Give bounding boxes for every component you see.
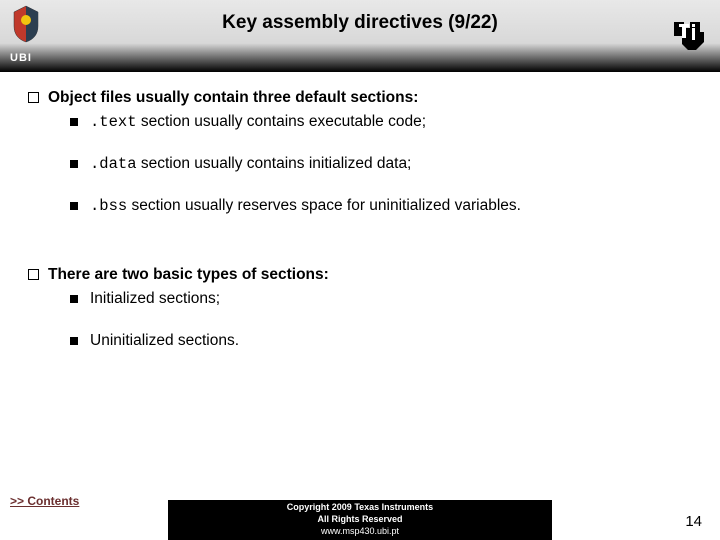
sub-bullet-text: Initialized sections;: [90, 289, 220, 309]
bullet-heading-1: Object files usually contain three defau…: [28, 88, 692, 108]
hollow-square-icon: [28, 269, 39, 280]
ti-logo: [668, 14, 710, 56]
sub-bullet-text: .bss section usually reserves space for …: [90, 196, 521, 216]
solid-square-icon: [70, 295, 78, 303]
solid-square-icon: [70, 118, 78, 126]
slide-body: Object files usually contain three defau…: [0, 72, 720, 351]
solid-square-icon: [70, 202, 78, 210]
sub-bullet: Uninitialized sections.: [28, 331, 692, 351]
page-number: 14: [685, 513, 702, 530]
contents-link[interactable]: >> Contents: [10, 494, 79, 508]
sub-bullet: .data section usually contains initializ…: [28, 154, 692, 174]
sub-bullet-text: Uninitialized sections.: [90, 331, 239, 351]
footer-url: www.msp430.ubi.pt: [168, 526, 552, 538]
slide-header: UBI Key assembly directives (9/22): [0, 0, 720, 72]
solid-square-icon: [70, 337, 78, 345]
solid-square-icon: [70, 160, 78, 168]
sub-bullet: .bss section usually reserves space for …: [28, 196, 692, 216]
copyright-bar: Copyright 2009 Texas Instruments All Rig…: [168, 500, 552, 540]
sub-bullet-text: .text section usually contains executabl…: [90, 112, 426, 132]
hollow-square-icon: [28, 92, 39, 103]
bullet-heading-2: There are two basic types of sections:: [28, 265, 692, 285]
sub-bullet: .text section usually contains executabl…: [28, 112, 692, 132]
copyright-line: Copyright 2009 Texas Instruments: [168, 502, 552, 514]
ubi-crest-logo: [6, 4, 46, 44]
sub-bullet-text: .data section usually contains initializ…: [90, 154, 411, 174]
slide-title: Key assembly directives (9/22): [0, 12, 720, 34]
bullet-heading-text: Object files usually contain three defau…: [48, 88, 418, 108]
sub-bullet: Initialized sections;: [28, 289, 692, 309]
rights-line: All Rights Reserved: [168, 514, 552, 526]
bullet-heading-text: There are two basic types of sections:: [48, 265, 329, 285]
slide-footer: >> Contents Copyright 2009 Texas Instrum…: [0, 496, 720, 540]
ubi-label: UBI: [10, 52, 32, 64]
